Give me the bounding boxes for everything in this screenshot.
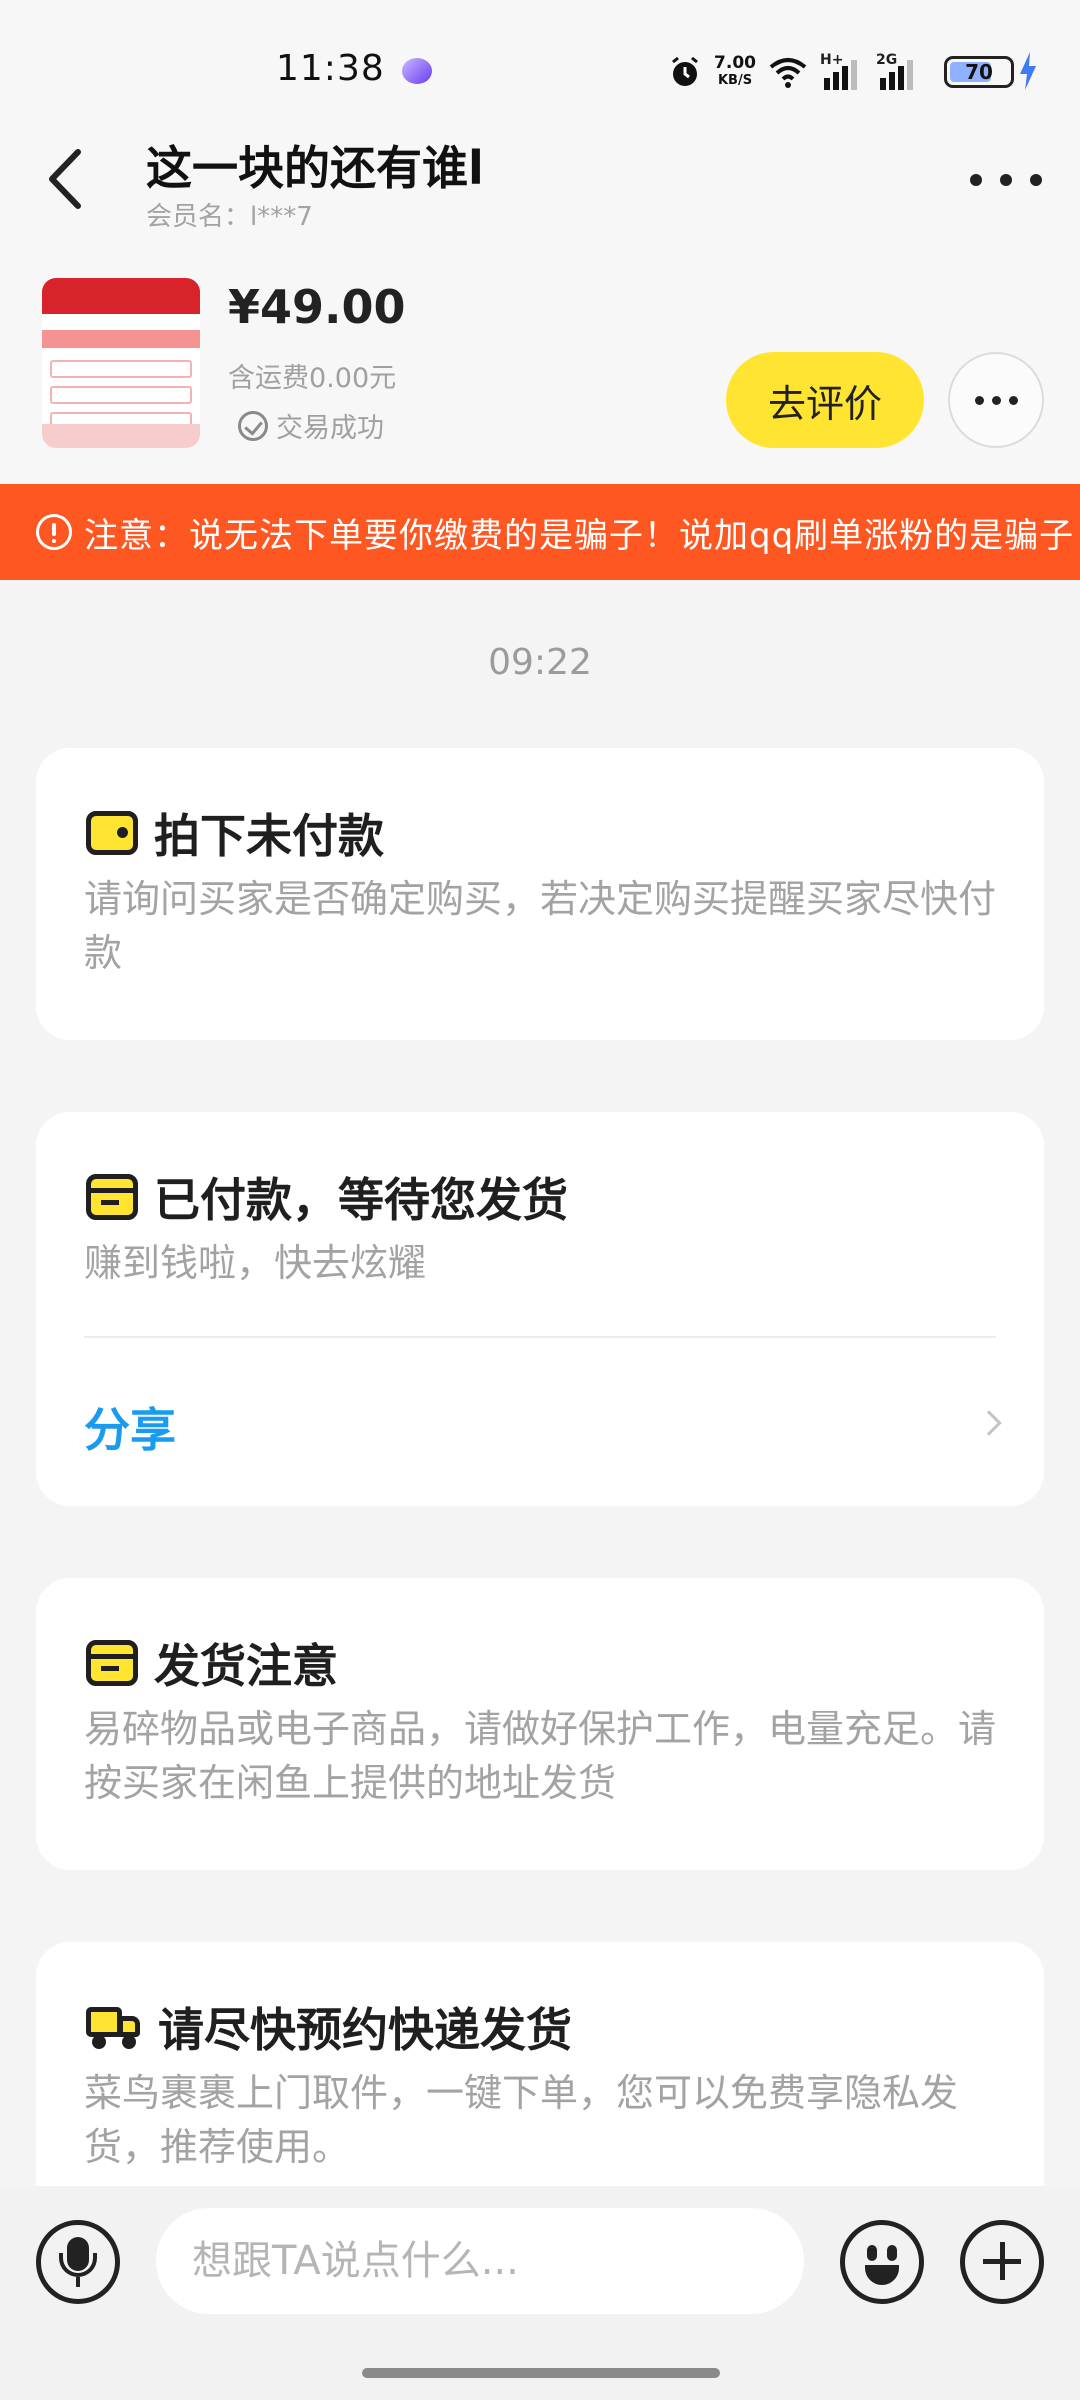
app-notification-icon	[402, 58, 432, 84]
share-link[interactable]: 分享	[84, 1394, 176, 1460]
check-circle-icon	[238, 410, 268, 441]
divider	[84, 1336, 996, 1338]
product-thumbnail[interactable]	[42, 278, 200, 448]
member-name: 会员名：l***7	[146, 202, 313, 232]
more-options-button[interactable]	[970, 160, 1042, 200]
shipping-fee: 含运费0.00元	[228, 363, 397, 394]
alarm-icon	[672, 56, 698, 86]
fraud-warning-banner: 注意：说无法下单要你缴费的是骗子！说加qq刷单涨粉的是骗子	[0, 484, 1080, 580]
card-title: 已付款，等待您发货	[154, 1173, 568, 1227]
alert-icon	[36, 514, 72, 550]
add-attachment-button[interactable]	[960, 2220, 1044, 2304]
warning-text: 注意：说无法下单要你缴费的是骗子！说加qq刷单涨粉的是骗子	[84, 515, 1075, 556]
status-icons: 7.00 KB/S H+ 2G	[668, 50, 920, 94]
trade-status: 交易成功	[238, 406, 384, 445]
status-bar: 11:38 7.00 KB/S H+ 2G 70	[0, 0, 1080, 130]
input-bar	[0, 2186, 1080, 2400]
back-button[interactable]	[42, 146, 92, 212]
wifi-icon	[769, 58, 807, 88]
card-title: 请尽快预约快递发货	[158, 2003, 572, 2057]
net-speed: 7.00 KB/S	[714, 53, 756, 89]
status-time: 11:38	[276, 48, 385, 89]
card-unpaid: 拍下未付款 请询问买家是否确定购买，若决定购买提醒买家尽快付款	[36, 748, 1044, 1040]
trade-status-text: 交易成功	[276, 413, 384, 444]
card-title: 拍下未付款	[154, 809, 384, 863]
card-shipping-notice: 发货注意 易碎物品或电子商品，请做好保护工作，电量充足。请按买家在闲鱼上提供的地…	[36, 1578, 1044, 1870]
card-description: 赚到钱啦，快去炫耀	[84, 1241, 427, 1285]
card-paid: 已付款，等待您发货 赚到钱啦，快去炫耀 分享	[36, 1112, 1044, 1506]
chat-title: 这一块的还有谁l	[146, 141, 484, 195]
card-description: 菜鸟裹裹上门取件，一键下单，您可以免费享隐私发货，推荐使用。	[84, 2071, 959, 2169]
product-price: ¥49.00	[228, 280, 406, 334]
emoji-button[interactable]	[840, 2220, 924, 2304]
card-description: 请询问买家是否确定购买，若决定购买提醒买家尽快付款	[84, 877, 997, 975]
card-title: 发货注意	[154, 1639, 338, 1693]
message-input[interactable]	[156, 2208, 804, 2314]
signal-icon: 2G	[876, 52, 920, 90]
top-area: 11:38 7.00 KB/S H+ 2G 70 这一块的还有谁l 会员名：l*…	[0, 0, 1080, 484]
package-icon	[86, 1174, 138, 1220]
chevron-right-icon[interactable]	[976, 1410, 1002, 1436]
review-button[interactable]: 去评价	[726, 352, 924, 448]
package-icon	[86, 1640, 138, 1686]
wallet-icon	[86, 811, 138, 855]
message-timestamp: 09:22	[488, 642, 592, 683]
signal-icon: H+	[820, 52, 864, 90]
charging-icon	[1020, 52, 1036, 90]
smiley-icon	[867, 2245, 877, 2261]
home-indicator[interactable]	[362, 2368, 720, 2378]
truck-icon	[86, 2005, 142, 2049]
voice-input-button[interactable]	[36, 2220, 120, 2304]
order-more-button[interactable]	[948, 352, 1044, 448]
card-description: 易碎物品或电子商品，请做好保护工作，电量充足。请按买家在闲鱼上提供的地址发货	[84, 1707, 997, 1805]
battery-icon: 70	[944, 56, 1014, 88]
